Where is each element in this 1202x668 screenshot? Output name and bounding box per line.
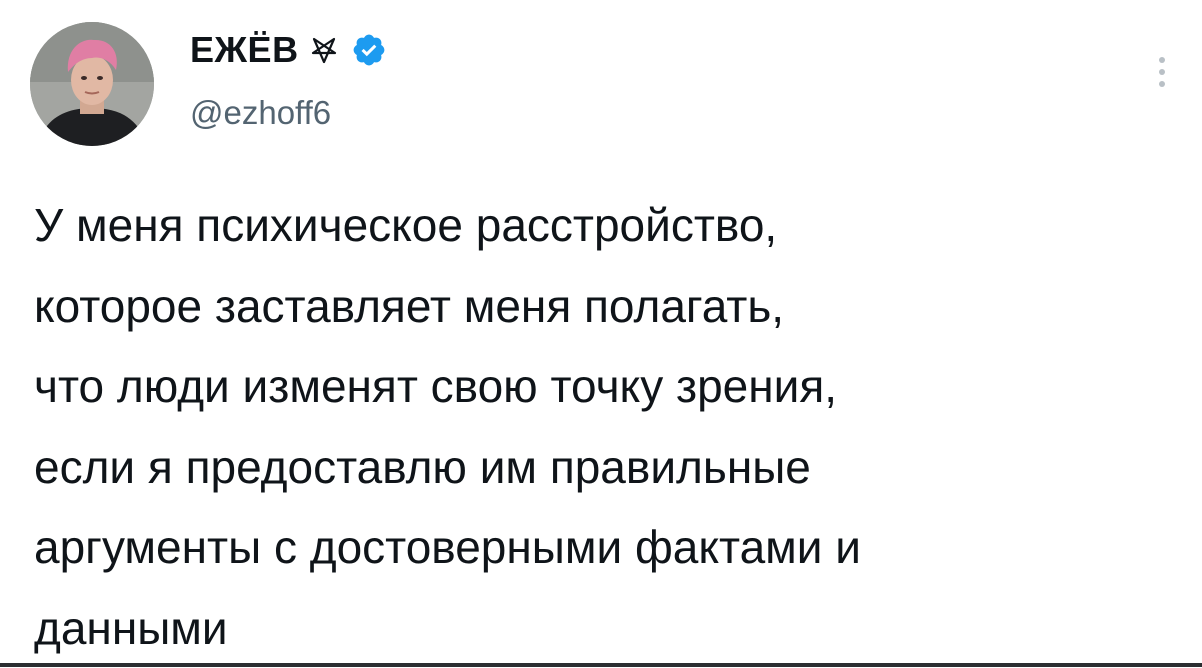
author-display-name[interactable]: ЕЖЁВ xyxy=(190,29,299,71)
more-dot xyxy=(1159,81,1165,87)
tweet-text-line: что люди изменят свою точку зрения, xyxy=(34,346,1184,427)
author-handle[interactable]: @ezhoff6 xyxy=(190,94,331,132)
more-options-icon[interactable] xyxy=(1150,48,1174,96)
avatar[interactable] xyxy=(30,22,154,146)
tweet-text-line: аргументы с достоверными фактами и xyxy=(34,507,1184,588)
tweet-text: У меня психическое расстройство, которое… xyxy=(34,185,1184,668)
bottom-divider xyxy=(0,663,1202,667)
tweet-text-line: если я предоставлю им правильные xyxy=(34,427,1184,508)
tweet-text-line: которое заставляет меня полагать, xyxy=(34,266,1184,347)
tweet-text-line: данными xyxy=(34,588,1184,668)
pentagram-icon xyxy=(309,35,339,65)
more-dot xyxy=(1159,57,1165,63)
author-name-row[interactable]: ЕЖЁВ xyxy=(190,26,387,74)
tweet-text-line: У меня психическое расстройство, xyxy=(34,185,1184,266)
tweet-card: ЕЖЁВ @ezhoff6 У меня психическое расстро… xyxy=(0,0,1202,667)
verified-badge-icon xyxy=(351,32,387,68)
avatar-image xyxy=(30,22,154,146)
more-dot xyxy=(1159,69,1165,75)
